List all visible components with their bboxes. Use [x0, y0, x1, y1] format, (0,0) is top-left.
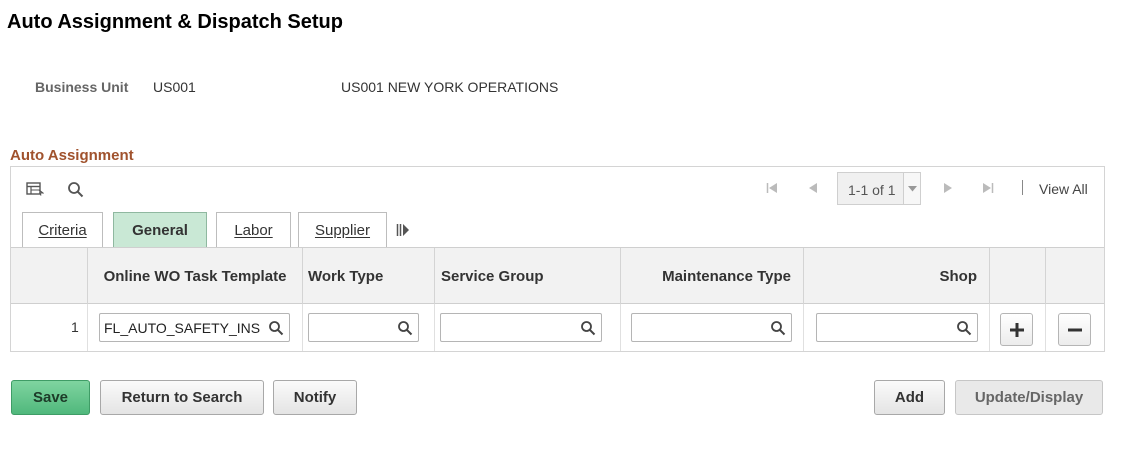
lookup-icon[interactable]: [580, 320, 596, 336]
chevron-down-icon[interactable]: [903, 173, 920, 204]
return-to-search-button[interactable]: Return to Search: [100, 380, 264, 415]
tab-general[interactable]: General: [113, 212, 207, 247]
task-template-value: FL_AUTO_SAFETY_INS: [104, 320, 261, 336]
table-row: 1 FL_AUTO_SAFETY_INS: [11, 304, 1104, 351]
header-add: [990, 248, 1046, 304]
plus-icon: [1009, 322, 1024, 337]
lookup-icon[interactable]: [268, 320, 284, 336]
header-delete: [1046, 248, 1104, 304]
last-page-icon[interactable]: [981, 180, 995, 196]
tab-supplier[interactable]: Supplier: [298, 212, 387, 247]
first-page-icon[interactable]: [765, 180, 779, 196]
lookup-icon[interactable]: [397, 320, 413, 336]
update-display-button[interactable]: Update/Display: [955, 380, 1103, 415]
header-task-template: Online WO Task Template: [88, 248, 303, 304]
row-number: 1: [71, 319, 79, 335]
add-button[interactable]: Add: [874, 380, 945, 415]
header-maintenance-type: Maintenance Type: [621, 248, 804, 304]
header-service-group: Service Group: [435, 248, 621, 304]
pager-dropdown[interactable]: 1-1 of 1: [837, 172, 921, 205]
task-template-input[interactable]: FL_AUTO_SAFETY_INS: [99, 313, 290, 342]
shop-cell: [804, 304, 990, 351]
next-page-icon[interactable]: [941, 180, 955, 196]
grid-header: Online WO Task Template Work Type Servic…: [11, 247, 1104, 304]
toolbar-divider: [1022, 180, 1023, 195]
section-title: Auto Assignment: [10, 147, 134, 164]
add-row-cell: [990, 304, 1046, 351]
show-all-columns-icon[interactable]: [396, 223, 410, 237]
previous-page-icon[interactable]: [806, 180, 820, 196]
grid-settings-icon[interactable]: [25, 181, 45, 197]
header-shop: Shop: [804, 248, 990, 304]
business-unit-code: US001: [153, 79, 196, 95]
delete-row-button[interactable]: [1058, 313, 1091, 346]
business-unit-description: US001 NEW YORK OPERATIONS: [341, 79, 559, 95]
find-icon[interactable]: [65, 181, 85, 197]
service-group-cell: [435, 304, 621, 351]
tab-labor[interactable]: Labor: [216, 212, 291, 247]
auto-assignment-grid: 1-1 of 1 View All Criteria General Labor…: [10, 166, 1105, 352]
lookup-icon[interactable]: [770, 320, 786, 336]
save-button[interactable]: Save: [11, 380, 90, 415]
minus-icon: [1067, 328, 1082, 331]
add-row-button[interactable]: [1000, 313, 1033, 346]
page-title: Auto Assignment & Dispatch Setup: [7, 11, 343, 33]
shop-input[interactable]: [816, 313, 978, 342]
maintenance-type-cell: [621, 304, 804, 351]
notify-button[interactable]: Notify: [273, 380, 357, 415]
service-group-input[interactable]: [440, 313, 602, 342]
maintenance-type-input[interactable]: [631, 313, 792, 342]
task-template-cell: FL_AUTO_SAFETY_INS: [88, 304, 303, 351]
business-unit-label: Business Unit: [35, 79, 129, 95]
delete-row-cell: [1046, 304, 1104, 351]
header-work-type: Work Type: [303, 248, 435, 304]
pager-text: 1-1 of 1: [848, 182, 896, 198]
view-all-link[interactable]: View All: [1039, 181, 1088, 197]
header-row-number: [11, 248, 88, 304]
lookup-icon[interactable]: [956, 320, 972, 336]
work-type-input[interactable]: [308, 313, 419, 342]
row-number-cell: 1: [11, 304, 88, 351]
tab-criteria[interactable]: Criteria: [22, 212, 103, 247]
work-type-cell: [303, 304, 435, 351]
